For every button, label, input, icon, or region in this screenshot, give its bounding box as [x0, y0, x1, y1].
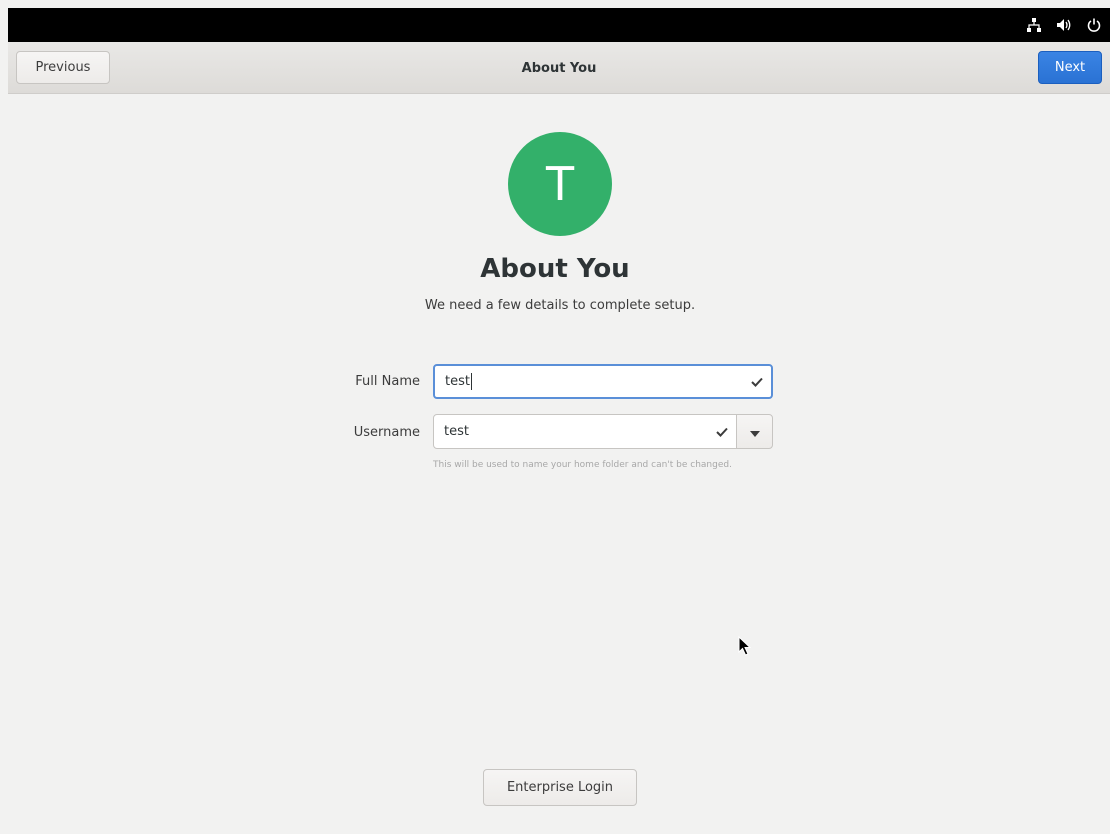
avatar[interactable]: T	[508, 132, 612, 236]
previous-button[interactable]: Previous	[16, 51, 110, 84]
username-hint: This will be used to name your home fold…	[433, 460, 732, 470]
mouse-pointer-icon	[738, 635, 752, 656]
enterprise-login-button[interactable]: Enterprise Login	[483, 769, 637, 806]
username-dropdown-button[interactable]	[736, 414, 773, 449]
setup-screen: Previous About You Next T About You We n…	[0, 0, 1110, 834]
checkmark-icon	[716, 415, 728, 448]
header-bar: Previous About You Next	[8, 42, 1110, 94]
page-subtitle: We need a few details to complete setup.	[424, 298, 696, 313]
system-top-bar	[8, 8, 1110, 42]
chevron-down-icon	[749, 422, 760, 441]
full-name-input[interactable]: test	[433, 364, 773, 399]
username-value: test	[444, 424, 469, 439]
next-button[interactable]: Next	[1038, 51, 1102, 84]
power-icon[interactable]	[1086, 17, 1102, 33]
username-label: Username	[353, 425, 420, 440]
checkmark-icon	[751, 366, 763, 397]
full-name-label: Full Name	[355, 374, 420, 389]
text-caret	[470, 373, 472, 390]
full-name-value-wrap: test	[445, 366, 472, 397]
system-tray	[1026, 8, 1102, 42]
volume-icon[interactable]	[1056, 17, 1072, 33]
network-icon[interactable]	[1026, 17, 1042, 33]
header-title: About You	[521, 60, 597, 76]
page-title: About You	[480, 254, 630, 284]
full-name-value: test	[445, 374, 470, 389]
avatar-letter: T	[545, 157, 575, 211]
username-input[interactable]: test	[433, 414, 737, 449]
